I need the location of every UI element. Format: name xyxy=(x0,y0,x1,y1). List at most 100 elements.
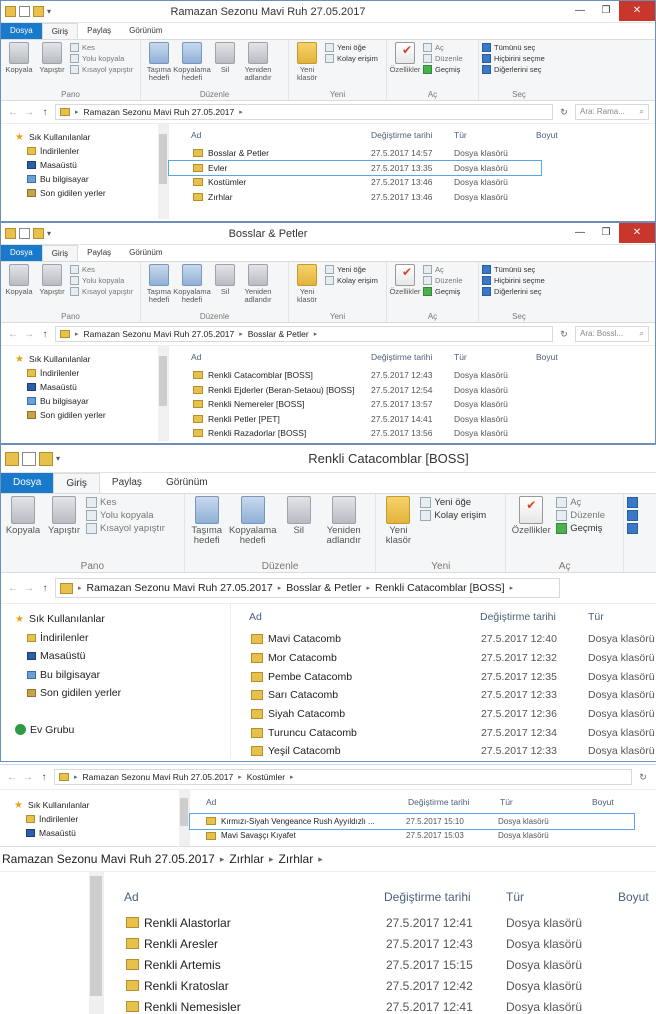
tab-share[interactable]: Paylaş xyxy=(100,473,154,493)
scrollbar[interactable] xyxy=(158,124,168,219)
forward-arrow-icon[interactable]: → xyxy=(23,329,35,340)
up-arrow-icon[interactable]: ↑ xyxy=(39,107,51,118)
column-date[interactable]: Değiştirme tarihi xyxy=(371,352,454,362)
nav-desktop[interactable]: Masaüstü xyxy=(1,158,168,172)
properties-button[interactable]: Özellikler xyxy=(390,264,420,311)
move-to-button[interactable]: Taşıma hedefi xyxy=(144,264,174,311)
paste-shortcut-button[interactable]: Kısayol yapıştır xyxy=(70,287,133,296)
new-folder-button[interactable]: Yeni klasör xyxy=(292,42,322,89)
scrollbar[interactable] xyxy=(89,872,103,1014)
open-button[interactable]: Aç xyxy=(556,497,605,508)
minimize-button[interactable]: — xyxy=(567,1,593,21)
path-input[interactable]: ▸ Ramazan Sezonu Mavi Ruh 27.05.2017 ▸ xyxy=(55,104,553,120)
column-size[interactable]: Boyut xyxy=(536,352,558,362)
copy-to-button[interactable]: Kopyalama hedefi xyxy=(173,42,211,89)
select-all-button[interactable]: Tümünü seç xyxy=(482,43,545,52)
list-item[interactable]: Mavi Catacomb 27.5.2017 12:40 Dosya klasör… xyxy=(231,630,656,649)
properties-button[interactable]: Özellikler xyxy=(390,42,420,89)
list-item[interactable]: Turuncu Catacomb 27.5.2017 12:34 Dosya kla… xyxy=(231,723,656,742)
nav-this-pc[interactable]: Bu bilgisayar xyxy=(1,394,168,408)
easy-access-button[interactable]: Kolay erişim xyxy=(325,54,378,63)
column-size[interactable]: Boyut xyxy=(618,890,649,904)
back-arrow-icon[interactable]: ← xyxy=(7,583,19,594)
nav-favorites[interactable]: ★ Sık Kullanılanlar xyxy=(1,610,230,629)
column-name[interactable]: Ad xyxy=(124,890,384,904)
nav-recent[interactable]: Son gidilen yerler xyxy=(1,408,168,422)
history-button[interactable]: Geçmiş xyxy=(556,523,605,534)
edit-button[interactable]: Düzenle xyxy=(423,54,463,63)
list-item-selected[interactable]: Kırmızı-Siyah Vengeance Rush Ayyıldızlı … xyxy=(189,813,635,830)
list-item[interactable]: Renkli Razadorlar [BOSS] 27.5.2017 13:56 D… xyxy=(169,426,655,441)
list-item[interactable]: Siyah Catacomb 27.5.2017 12:36 Dosya klasö… xyxy=(231,705,656,724)
select-none-button[interactable] xyxy=(627,510,639,521)
properties-icon[interactable] xyxy=(22,451,36,466)
breadcrumb-item[interactable]: Zırhlar xyxy=(279,852,314,866)
scrollbar-thumb[interactable] xyxy=(159,134,167,184)
list-item-selected[interactable]: Evler 27.5.2017 13:35 Dosya klasörü xyxy=(168,159,542,176)
scrollbar[interactable] xyxy=(158,346,168,441)
tab-home[interactable]: Giriş xyxy=(53,473,100,493)
copy-button[interactable]: Kopyala xyxy=(4,264,34,311)
tab-view[interactable]: Görünüm xyxy=(120,23,171,39)
scrollbar-thumb[interactable] xyxy=(180,798,188,826)
invert-selection-button[interactable]: Diğerlerini seç xyxy=(482,287,545,296)
breadcrumb-item[interactable]: Renkli Catacomblar [BOSS] xyxy=(375,582,505,594)
copy-button[interactable]: Kopyala xyxy=(4,496,42,561)
paste-button[interactable]: Yapıştır xyxy=(37,42,67,89)
maximize-button[interactable]: ❐ xyxy=(593,1,619,21)
select-none-button[interactable]: Hiçbirini seçme xyxy=(482,276,545,285)
new-folder-button[interactable]: Yeni klasör xyxy=(292,264,322,311)
delete-button[interactable]: Sil xyxy=(210,264,240,311)
list-item[interactable]: Yeşil Catacomb 27.5.2017 12:33 Dosya klasö… xyxy=(231,742,656,761)
select-none-button[interactable]: Hiçbirini seçme xyxy=(482,54,545,63)
list-item[interactable]: Sarı Catacomb 27.5.2017 12:33 Dosya klasör… xyxy=(231,686,656,705)
forward-arrow-icon[interactable]: → xyxy=(23,107,35,118)
refresh-icon[interactable]: ↻ xyxy=(636,772,650,783)
select-all-button[interactable] xyxy=(627,497,639,508)
list-item[interactable]: Renkli Nemereler [BOSS] 27.5.2017 13:57 Do… xyxy=(169,397,655,412)
nav-downloads[interactable]: İndirilenler xyxy=(1,144,168,158)
invert-selection-button[interactable] xyxy=(627,523,639,534)
column-date[interactable]: Değiştirme tarihi xyxy=(384,890,506,904)
tab-share[interactable]: Paylaş xyxy=(78,245,120,261)
nav-desktop[interactable]: Masaüstü xyxy=(0,826,189,840)
list-item[interactable]: Kostümler 27.5.2017 13:46 Dosya klasörü xyxy=(169,175,655,190)
copy-path-button[interactable]: Yolu kopyala xyxy=(86,510,165,521)
list-item[interactable]: Mor Catacomb 27.5.2017 12:32 Dosya klasörü xyxy=(231,649,656,668)
nav-favorites[interactable]: ★ Sık Kullanılanlar xyxy=(1,130,168,144)
scrollbar-thumb[interactable] xyxy=(159,356,167,406)
path-input[interactable]: ▸ Ramazan Sezonu Mavi Ruh 27.05.2017 ▸ B… xyxy=(55,578,560,598)
copy-to-button[interactable]: Kopyalama hedefi xyxy=(173,264,211,311)
breadcrumb-item[interactable]: Ramazan Sezonu Mavi Ruh 27.05.2017 xyxy=(87,582,273,594)
delete-button[interactable]: Sil xyxy=(210,42,240,89)
copy-path-button[interactable]: Yolu kopyala xyxy=(70,276,133,285)
nav-desktop[interactable]: Masaüstü xyxy=(1,647,230,666)
list-item[interactable]: Zırhlar 27.5.2017 13:46 Dosya klasörü xyxy=(169,190,655,205)
tab-view[interactable]: Görünüm xyxy=(120,245,171,261)
cut-button[interactable]: Kes xyxy=(70,265,133,274)
refresh-icon[interactable]: ↻ xyxy=(557,329,571,340)
new-item-button[interactable]: Yeni öğe xyxy=(420,497,486,508)
tab-file[interactable]: Dosya xyxy=(1,473,54,493)
cut-button[interactable]: Kes xyxy=(86,497,165,508)
close-button[interactable]: ✕ xyxy=(619,223,655,243)
cut-button[interactable]: Kes xyxy=(70,43,133,52)
easy-access-button[interactable]: Kolay erişim xyxy=(325,276,378,285)
nav-homegroup[interactable]: Ev Grubu xyxy=(1,721,230,740)
column-size[interactable]: Boyut xyxy=(592,797,614,807)
copy-button[interactable]: Kopyala xyxy=(4,42,34,89)
breadcrumb-item[interactable]: Kostümler xyxy=(247,772,285,782)
edit-button[interactable]: Düzenle xyxy=(423,276,463,285)
copy-path-button[interactable]: Yolu kopyala xyxy=(70,54,133,63)
breadcrumb-item[interactable]: Ramazan Sezonu Mavi Ruh 27.05.2017 xyxy=(84,329,235,339)
back-arrow-icon[interactable]: ← xyxy=(7,329,19,340)
edit-button[interactable]: Düzenle xyxy=(556,510,605,521)
easy-access-button[interactable]: Kolay erişim xyxy=(420,510,486,521)
tab-share[interactable]: Paylaş xyxy=(78,23,120,39)
nav-favorites[interactable]: ★ Sık Kullanılanlar xyxy=(0,798,189,812)
list-item[interactable]: Renkli Alastorlar 27.5.2017 12:41 Dosya kl… xyxy=(104,912,656,933)
breadcrumb-item[interactable]: Zırhlar xyxy=(229,852,264,866)
select-all-button[interactable]: Tümünü seç xyxy=(482,265,545,274)
list-item[interactable]: Mavi Savaşçı Kıyafet 27.5.2017 15:03 Dosya… xyxy=(190,829,656,844)
nav-downloads[interactable]: İndirilenler xyxy=(1,366,168,380)
